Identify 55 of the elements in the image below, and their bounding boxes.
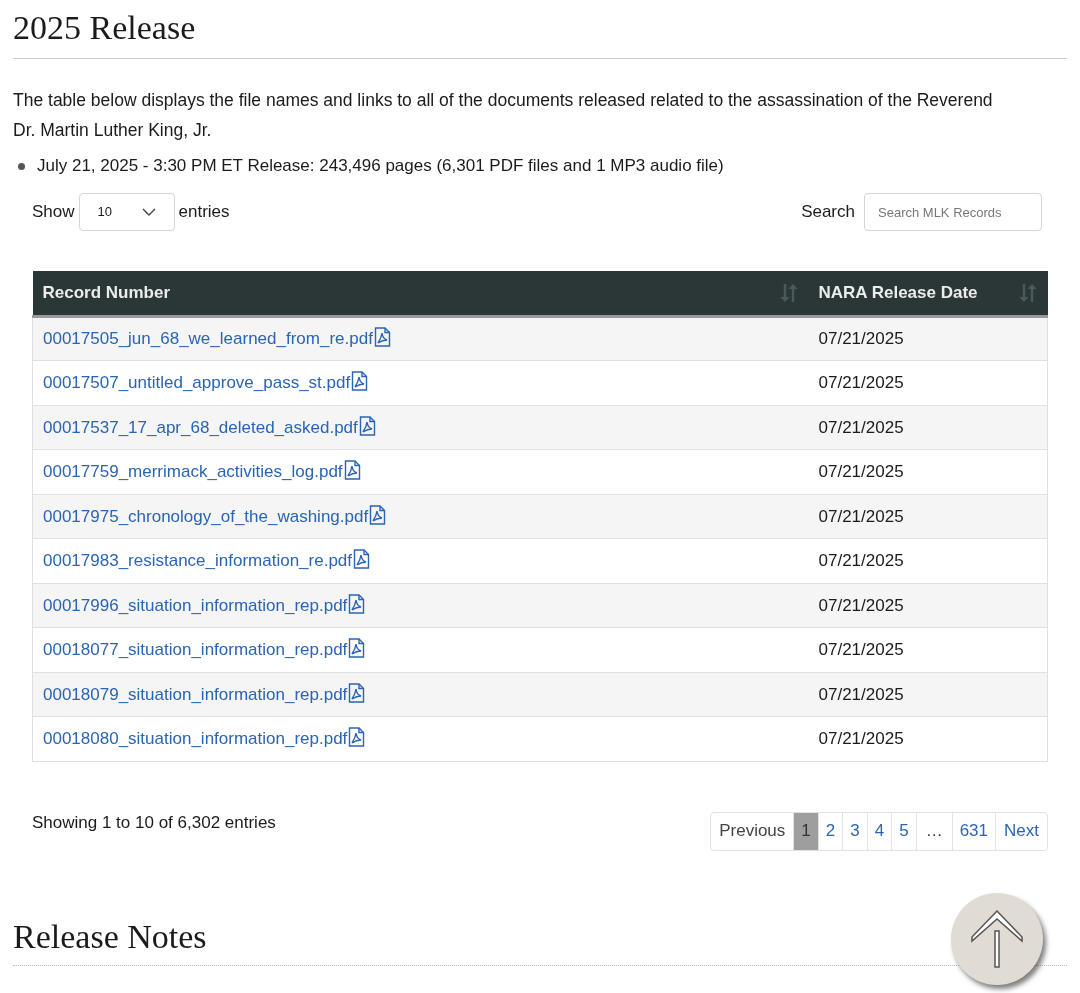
next-page-button[interactable]: Next (995, 812, 1047, 850)
page-button[interactable]: 631 (951, 812, 996, 850)
table-cell: 07/21/2025 (808, 583, 1048, 628)
pdf-file-icon (348, 638, 366, 658)
table-cell: 07/21/2025 (808, 316, 1048, 361)
sort-icon[interactable] (1017, 282, 1038, 303)
pdf-file-icon (373, 327, 391, 347)
table-cell: 07/21/2025 (808, 716, 1048, 761)
pdf-file-icon (343, 460, 361, 480)
entries-dropdown[interactable]: 10 (78, 193, 175, 231)
table-info: Showing 1 to 10 of 6,302 entries (32, 811, 276, 834)
chevron-down-icon (141, 208, 156, 216)
pdf-file-icon (348, 727, 366, 747)
column-header[interactable]: Record Number (32, 271, 809, 316)
entries-label: entries (178, 201, 230, 224)
pdf-file-icon (358, 415, 376, 436)
page-button[interactable]: 2 (817, 812, 843, 850)
table-cell: 07/21/2025 (808, 627, 1048, 672)
table-cell: 07/21/2025 (808, 494, 1048, 539)
pagination-ellipsis: … (915, 812, 952, 850)
pdf-file-icon (348, 682, 366, 703)
bullet-icon (18, 162, 25, 170)
page-button[interactable]: 5 (891, 812, 916, 850)
column-header[interactable]: NARA Release Date (808, 271, 1048, 316)
file-link[interactable]: 00017975_chronology_of_the_washing.pdf (43, 506, 369, 526)
table-cell: 07/21/2025 (808, 538, 1048, 583)
file-link[interactable]: 00017759_merrimack_activities_log.pdf (43, 462, 343, 481)
section-heading: Release Notes (13, 916, 207, 957)
file-link[interactable]: 00017537_17_apr_68_deleted_asked.pdf (43, 417, 358, 437)
file-link[interactable]: 00017983_resistance_information_re.pdf (43, 551, 353, 570)
table-cell: 07/21/2025 (808, 405, 1048, 450)
page-button[interactable]: 4 (866, 812, 892, 850)
pdf-file-icon (369, 504, 387, 525)
sort-icon[interactable] (778, 282, 799, 303)
file-link[interactable]: 00018077_situation_information_rep.pdf (43, 640, 348, 659)
show-label: Show (32, 201, 75, 224)
release-summary: July 21, 2025 - 3:30 PM ET Release: 243,496 pages (6,301 PDF files and 1 MP3 audio file) (37, 155, 724, 177)
file-link[interactable]: 00017507_untitled_approve_pass_st.pdf (43, 373, 351, 392)
pdf-file-icon (348, 593, 366, 614)
pdf-file-icon (353, 549, 371, 569)
table-cell: 07/21/2025 (808, 672, 1048, 717)
search-label: Search (801, 201, 855, 224)
search-field[interactable]: Search MLK Records (864, 193, 1042, 231)
page-button[interactable]: 1 (793, 812, 818, 850)
table-cell: 07/21/2025 (808, 449, 1048, 494)
file-link[interactable]: 00017996_situation_information_rep.pdf (43, 595, 348, 615)
page-button[interactable]: 3 (842, 812, 867, 850)
file-link[interactable]: 00018079_situation_information_rep.pdf (43, 684, 348, 704)
up-arrow-icon (970, 909, 1024, 969)
pdf-file-icon (351, 371, 369, 391)
section-heading: 2025 Release (13, 8, 196, 48)
file-link[interactable]: 00017505_jun_68_we_learned_from_re.pdf (43, 329, 373, 348)
file-link[interactable]: 00018080_situation_information_rep.pdf (43, 729, 348, 748)
table-cell: 07/21/2025 (808, 360, 1048, 405)
intro-paragraph: The table below displays the file names and links to all of the documents released related to the assassination of the Reverend Dr. Martin Luther King, Jr. (13, 89, 993, 142)
